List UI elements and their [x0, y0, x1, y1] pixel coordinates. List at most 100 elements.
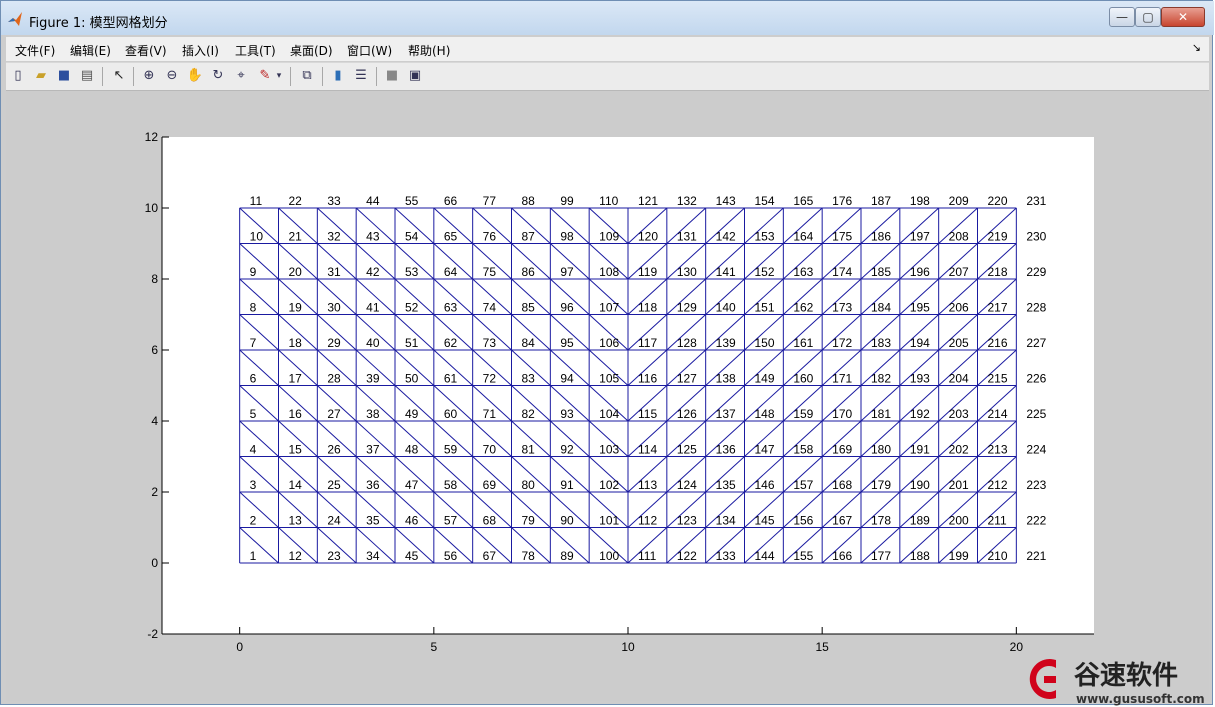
node-label: 38	[366, 407, 380, 421]
node-label: 199	[949, 549, 969, 563]
node-label: 19	[289, 301, 303, 315]
node-label: 14	[289, 478, 303, 492]
node-label: 188	[910, 549, 930, 563]
y-tick-label: 4	[151, 414, 158, 428]
node-label: 97	[560, 265, 574, 279]
insert-colorbar-icon[interactable]: ▮	[329, 67, 347, 85]
open-file-icon[interactable]: ▰	[32, 67, 50, 85]
node-label: 80	[522, 478, 536, 492]
node-label: 114	[638, 443, 657, 457]
node-label: 124	[677, 478, 697, 492]
node-label: 56	[444, 549, 458, 563]
show-plot-tools-icon[interactable]: ▣	[406, 67, 424, 85]
node-label: 57	[444, 514, 458, 528]
node-label: 177	[871, 549, 891, 563]
node-label: 189	[910, 514, 930, 528]
menu-window[interactable]: 窗口(W)	[347, 42, 392, 59]
rotate-3d-icon[interactable]: ↻	[209, 67, 227, 85]
node-label: 52	[405, 301, 419, 315]
link-plot-icon[interactable]: ⧉	[298, 67, 316, 85]
edit-plot-arrow-icon[interactable]: ↖	[110, 67, 128, 85]
node-label: 58	[444, 478, 458, 492]
node-label: 161	[793, 336, 813, 350]
mesh-lines	[239, 207, 1017, 564]
dock-figure-icon[interactable]: ↘	[1192, 41, 1201, 54]
node-label: 108	[599, 265, 619, 279]
node-label: 69	[483, 478, 497, 492]
node-label: 103	[599, 443, 619, 457]
node-label: 74	[483, 301, 497, 315]
node-label: 9	[250, 265, 257, 279]
close-button[interactable]: ✕	[1161, 7, 1205, 27]
node-label: 78	[522, 549, 536, 563]
menu-tools[interactable]: 工具(T)	[235, 42, 276, 59]
node-label: 145	[755, 514, 775, 528]
pan-hand-icon[interactable]: ✋	[186, 67, 204, 85]
zoom-out-icon[interactable]: ⊖	[163, 67, 181, 85]
node-label: 101	[599, 514, 619, 528]
node-label: 100	[599, 549, 619, 563]
node-label: 181	[871, 407, 891, 421]
insert-legend-icon[interactable]: ☰	[352, 67, 370, 85]
node-label: 32	[327, 230, 341, 244]
print-icon[interactable]: ▤	[78, 67, 96, 85]
node-label: 99	[560, 194, 574, 208]
node-label: 43	[366, 230, 380, 244]
zoom-in-icon[interactable]: ⊕	[140, 67, 158, 85]
mesh-plot[interactable]: 0 5 10 15 20-2024681012123456789101112131415…	[6, 91, 1209, 701]
node-label: 127	[677, 372, 697, 386]
node-label: 59	[444, 443, 458, 457]
node-label: 96	[560, 301, 574, 315]
x-tick-label: 10	[621, 640, 635, 654]
node-label: 123	[677, 514, 697, 528]
node-label: 174	[832, 265, 852, 279]
node-label: 164	[793, 230, 813, 244]
toolbar-separator	[376, 67, 377, 86]
node-label: 115	[638, 407, 657, 421]
hide-plot-tools-icon[interactable]: ■	[383, 67, 401, 85]
menu-view[interactable]: 查看(V)	[125, 42, 167, 59]
node-label: 203	[949, 407, 969, 421]
node-label: 173	[832, 301, 852, 315]
node-label: 107	[599, 301, 619, 315]
x-tick-label: 0	[236, 640, 243, 654]
menu-edit[interactable]: 编辑(E)	[70, 42, 111, 59]
node-label: 18	[289, 336, 303, 350]
node-label: 162	[793, 301, 813, 315]
node-label: 17	[289, 372, 303, 386]
node-label: 60	[444, 407, 458, 421]
node-label: 205	[949, 336, 969, 350]
node-label: 183	[871, 336, 891, 350]
title-bar[interactable]: Figure 1: 模型网格划分 — ▢ ✕	[1, 1, 1214, 35]
new-figure-icon[interactable]: ▯	[9, 67, 27, 85]
node-label: 214	[988, 407, 1008, 421]
menu-file[interactable]: 文件(F)	[15, 42, 55, 59]
node-label: 29	[327, 336, 341, 350]
node-label: 25	[327, 478, 341, 492]
node-label: 130	[677, 265, 697, 279]
node-label: 7	[250, 336, 257, 350]
node-label: 196	[910, 265, 930, 279]
node-label: 170	[832, 407, 852, 421]
brush-icon[interactable]: ✎	[256, 67, 274, 85]
node-label: 51	[405, 336, 419, 350]
figure-toolbar: ▯ ▰ ■ ▤ ↖ ⊕ ⊖ ✋ ↻ ⌖ ✎ ▾ ⧉ ▮ ☰ ■ ▣	[6, 62, 1209, 91]
data-cursor-icon[interactable]: ⌖	[232, 67, 250, 85]
node-label: 79	[522, 514, 536, 528]
node-label: 206	[949, 301, 969, 315]
node-label: 5	[250, 407, 257, 421]
menu-insert[interactable]: 插入(I)	[182, 42, 219, 59]
menu-help[interactable]: 帮助(H)	[408, 42, 450, 59]
node-label: 13	[289, 514, 303, 528]
menu-desktop[interactable]: 桌面(D)	[290, 42, 333, 59]
node-label: 116	[638, 372, 657, 386]
node-label: 55	[405, 194, 419, 208]
save-icon[interactable]: ■	[55, 67, 73, 85]
node-label: 49	[405, 407, 419, 421]
minimize-button[interactable]: —	[1109, 7, 1135, 27]
y-tick-label: 0	[151, 556, 158, 570]
node-label: 44	[366, 194, 380, 208]
node-label: 48	[405, 443, 419, 457]
brush-dropdown-icon[interactable]: ▾	[274, 67, 284, 85]
maximize-button[interactable]: ▢	[1135, 7, 1161, 27]
